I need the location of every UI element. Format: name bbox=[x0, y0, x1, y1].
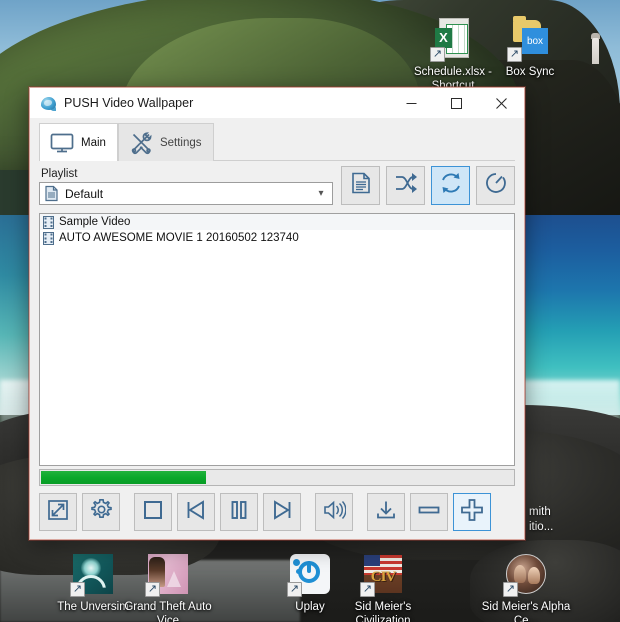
pause-icon bbox=[228, 499, 250, 526]
film-strip-icon bbox=[43, 215, 54, 229]
window-body: Playlist Default ▾ Sample Video AUTO AWE… bbox=[30, 161, 524, 486]
shortcut-arrow-icon: ↗ bbox=[430, 47, 445, 62]
film-strip-icon bbox=[43, 231, 54, 245]
expand-arrows-icon bbox=[47, 499, 69, 526]
repeat-loop-icon bbox=[439, 171, 463, 200]
stop-button[interactable] bbox=[134, 493, 172, 531]
excel-file-icon: X ↗ bbox=[430, 16, 476, 62]
box-sync-folder-icon: box ↗ bbox=[507, 16, 553, 62]
minus-icon bbox=[417, 499, 441, 526]
push-video-wallpaper-globe-icon bbox=[40, 95, 57, 112]
desktop-icon-box-sync[interactable]: box ↗ Box Sync bbox=[484, 16, 576, 80]
shuffle-button[interactable] bbox=[386, 166, 425, 205]
previous-button[interactable] bbox=[177, 493, 215, 531]
download-button[interactable] bbox=[367, 493, 405, 531]
playlist-dropdown[interactable]: Default ▾ bbox=[39, 182, 333, 205]
stop-square-icon bbox=[142, 499, 164, 526]
playlist-toolbar bbox=[341, 166, 515, 205]
window-titlebar[interactable]: PUSH Video Wallpaper bbox=[30, 88, 524, 118]
gta-vice-game-icon: ↗ bbox=[145, 551, 191, 597]
chevron-down-icon[interactable]: ▾ bbox=[312, 188, 330, 199]
plus-icon bbox=[460, 498, 484, 527]
playlist-selector-group: Playlist Default ▾ bbox=[39, 165, 333, 205]
shortcut-arrow-icon: ↗ bbox=[145, 582, 160, 597]
wallpaper-lighthouse bbox=[592, 38, 599, 64]
playback-progress-fill bbox=[41, 471, 207, 484]
maximize-button[interactable] bbox=[434, 88, 479, 118]
playback-control-bar bbox=[30, 486, 524, 539]
desktop-icon-civilization[interactable]: CIV ↗ Sid Meier's Civilization bbox=[337, 551, 429, 622]
desktop-icon-alpha-centauri[interactable]: ↗ Sid Meier's Alpha Ce... bbox=[480, 551, 572, 622]
list-item-title: AUTO AWESOME MOVIE 1 20160502 123740 bbox=[59, 232, 299, 244]
list-item[interactable]: Sample Video bbox=[40, 214, 514, 230]
playlist-file-icon bbox=[44, 185, 59, 202]
desktop-icon-label: Box Sync bbox=[505, 66, 555, 78]
playback-progress-bar[interactable] bbox=[39, 469, 515, 486]
remove-button[interactable] bbox=[410, 493, 448, 531]
playlist-manager-button[interactable] bbox=[341, 166, 380, 205]
shortcut-arrow-icon: ↗ bbox=[503, 582, 518, 597]
add-button[interactable] bbox=[453, 493, 491, 531]
shortcut-arrow-icon: ↗ bbox=[287, 582, 302, 597]
alpha-centauri-game-icon: ↗ bbox=[503, 551, 549, 597]
next-button[interactable] bbox=[263, 493, 301, 531]
push-video-wallpaper-window: PUSH Video Wallpaper Main Settings Playl… bbox=[29, 87, 525, 540]
playlist-selected-value: Default bbox=[65, 186, 104, 201]
download-arrow-icon bbox=[375, 499, 397, 526]
desktop-icon-label: Sid Meier's Alpha Ce... bbox=[481, 601, 571, 622]
gear-icon bbox=[90, 498, 113, 526]
monitor-icon bbox=[48, 131, 76, 155]
tab-main-label: Main bbox=[81, 136, 106, 149]
playlist-row: Playlist Default ▾ bbox=[39, 165, 515, 205]
playlist-listbox[interactable]: Sample Video AUTO AWESOME MOVIE 1 201605… bbox=[39, 213, 515, 466]
timer-clock-icon bbox=[484, 171, 508, 200]
uplay-icon: ↗ bbox=[287, 551, 333, 597]
shortcut-arrow-icon: ↗ bbox=[70, 582, 85, 597]
skip-backward-icon bbox=[185, 499, 207, 526]
desktop-icon-label: Grand Theft Auto Vice bbox=[124, 601, 212, 622]
skip-forward-icon bbox=[271, 499, 293, 526]
close-button[interactable] bbox=[479, 88, 524, 118]
settings-button[interactable] bbox=[82, 493, 120, 531]
volume-button[interactable] bbox=[315, 493, 353, 531]
desktop: X ↗ Schedule.xlsx - Shortcut box ↗ Box S… bbox=[0, 0, 620, 622]
civilization-game-icon: CIV ↗ bbox=[360, 551, 406, 597]
shortcut-arrow-icon: ↗ bbox=[360, 582, 375, 597]
tab-main[interactable]: Main bbox=[39, 123, 118, 161]
repeat-button[interactable] bbox=[431, 166, 470, 205]
document-lines-icon bbox=[350, 171, 372, 200]
universim-game-icon: ↗ bbox=[70, 551, 116, 597]
timer-button[interactable] bbox=[476, 166, 515, 205]
window-title: PUSH Video Wallpaper bbox=[64, 96, 194, 110]
pause-button[interactable] bbox=[220, 493, 258, 531]
fullscreen-button[interactable] bbox=[39, 493, 77, 531]
shuffle-icon bbox=[394, 172, 418, 199]
minimize-button[interactable] bbox=[389, 88, 434, 118]
speaker-volume-icon bbox=[322, 499, 347, 526]
desktop-icon-label: Sid Meier's Civilization bbox=[354, 601, 412, 622]
tab-settings-label: Settings bbox=[159, 136, 202, 149]
list-item-title: Sample Video bbox=[59, 216, 131, 228]
tabstrip: Main Settings bbox=[30, 118, 524, 161]
shortcut-arrow-icon: ↗ bbox=[507, 47, 522, 62]
wrench-screwdriver-icon bbox=[127, 131, 155, 155]
tab-settings[interactable]: Settings bbox=[117, 123, 214, 161]
playlist-label: Playlist bbox=[41, 168, 78, 180]
occluded-desktop-icon-label: mith itio... bbox=[529, 506, 554, 533]
list-item[interactable]: AUTO AWESOME MOVIE 1 20160502 123740 bbox=[40, 230, 514, 246]
desktop-icon-gta-vice[interactable]: ↗ Grand Theft Auto Vice bbox=[122, 551, 214, 622]
